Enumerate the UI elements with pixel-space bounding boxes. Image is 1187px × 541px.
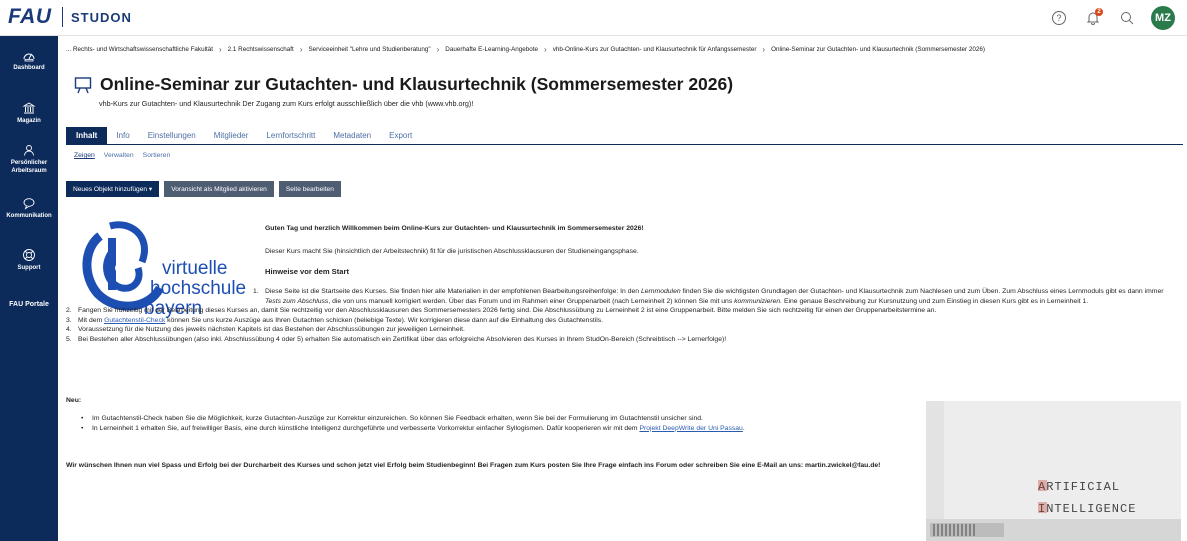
- tab-lernfortschritt[interactable]: Lernfortschritt: [257, 127, 324, 144]
- sidebar-item-label: FAU Portale: [9, 301, 49, 308]
- help-circle-icon[interactable]: ?: [1049, 8, 1069, 28]
- svg-text:?: ?: [1056, 13, 1061, 23]
- breadcrumb-separator-icon: ›: [299, 44, 303, 54]
- tab-metadaten[interactable]: Metadaten: [324, 127, 380, 144]
- tab-export[interactable]: Export: [380, 127, 421, 144]
- dashboard-icon: [23, 53, 35, 62]
- breadcrumb: ... Rechts- und Wirtschaftswissenschaftl…: [66, 43, 1181, 55]
- breadcrumb-item[interactable]: ... Rechts- und Wirtschaftswissenschaftl…: [66, 46, 213, 53]
- deepwrite-project-link[interactable]: Projekt DeepWrite der Uni Passau: [639, 425, 742, 432]
- course-intro: Guten Tag und herzlich Willkommen beim O…: [265, 224, 1175, 277]
- studon-logo-text: STUDON: [71, 9, 132, 25]
- action-toolbar: Neues Objekt hinzufügen ▾ Voransicht als…: [66, 181, 341, 197]
- page-subtitle: vhb-Kurs zur Gutachten- und Klausurtechn…: [99, 99, 474, 108]
- sidebar-item-fau-portale[interactable]: FAU Portale: [0, 298, 58, 310]
- person-icon: [24, 145, 34, 156]
- page-title: Online-Seminar zur Gutachten- und Klausu…: [100, 74, 734, 94]
- search-icon[interactable]: [1117, 8, 1137, 28]
- list-item: In Lerneinheit 1 erhalten Sie, auf freiw…: [78, 424, 918, 434]
- tab-bar: Inhalt Info Einstellungen Mitglieder Ler…: [66, 127, 1183, 145]
- fau-logo[interactable]: FAU: [8, 5, 52, 28]
- sidebar-item-support[interactable]: Support: [0, 248, 58, 272]
- breadcrumb-item[interactable]: 2.1 Rechtswissenschaft: [228, 46, 294, 53]
- chat-icon: [23, 198, 35, 210]
- tab-einstellungen[interactable]: Einstellungen: [139, 127, 205, 144]
- sidebar-item-label: Persönlicher Arbeitsraum: [10, 160, 48, 174]
- vhb-logo-line1: virtuelle: [162, 258, 227, 279]
- breadcrumb-item-current[interactable]: Online-Seminar zur Gutachten- und Klausu…: [771, 46, 985, 53]
- sidebar-item-label: Kommunikation: [6, 213, 52, 219]
- studon-logo[interactable]: STUDON: [62, 7, 132, 27]
- subtab-verwalten[interactable]: Verwalten: [104, 152, 134, 159]
- bell-icon[interactable]: 2: [1083, 8, 1103, 28]
- breadcrumb-separator-icon: ›: [218, 44, 222, 54]
- presentation-board-icon: [74, 76, 92, 93]
- sidebar-item-arbeitsraum[interactable]: Persönlicher Arbeitsraum: [0, 143, 58, 175]
- intro-text: Dieser Kurs macht Sie (hinsichtlich der …: [265, 247, 639, 255]
- breadcrumb-item[interactable]: vhb-Online-Kurs zur Gutachten- und Klaus…: [553, 46, 757, 53]
- page-header: Online-Seminar zur Gutachten- und Klausu…: [74, 74, 733, 95]
- sidebar-item-magazin[interactable]: Magazin: [0, 101, 58, 125]
- list-item: 4. Voraussetzung für die Nutzung des jewe…: [66, 326, 465, 333]
- breadcrumb-item[interactable]: Serviceeinheit "Lehre und Studienberatun…: [308, 46, 430, 53]
- lifebuoy-icon: [23, 249, 35, 261]
- list-item: 3. Mit dem Gutachtenstil-Check können Sie…: [66, 316, 604, 324]
- tab-info[interactable]: Info: [107, 127, 138, 144]
- breadcrumb-separator-icon: ›: [436, 44, 440, 54]
- edit-page-button[interactable]: Seite bearbeiten: [278, 181, 341, 197]
- breadcrumb-item[interactable]: Dauerhafte E-Learning-Angebote: [445, 46, 538, 53]
- list-item: 2. Fangen Sie frühzeitig mit der Bearbeit…: [66, 307, 937, 314]
- subtab-zeigen[interactable]: Zeigen: [74, 152, 95, 159]
- gutachtenstil-check-link[interactable]: Gutachtenstil-Check: [104, 317, 165, 324]
- ai-image-line1: ARTIFICIAL: [1038, 480, 1120, 494]
- tab-mitglieder[interactable]: Mitglieder: [205, 127, 258, 144]
- news-list: Im Gutachtenstil-Check haben Sie die Mög…: [78, 414, 918, 433]
- library-icon: [22, 102, 36, 114]
- tab-inhalt[interactable]: Inhalt: [66, 127, 108, 144]
- ai-image-line2: INTELLIGENCE: [1038, 502, 1136, 516]
- notification-count-badge: 2: [1095, 8, 1103, 16]
- sidebar-item-kommunikation[interactable]: Kommunikation: [0, 196, 58, 220]
- fau-logo-text: FAU: [8, 5, 52, 28]
- breadcrumb-separator-icon: ›: [762, 44, 766, 54]
- breadcrumb-separator-icon: ›: [544, 44, 547, 54]
- avatar[interactable]: MZ: [1151, 6, 1175, 30]
- list-item: Im Gutachtenstil-Check haben Sie die Mög…: [78, 414, 918, 424]
- subtab-sortieren[interactable]: Sortieren: [143, 152, 171, 159]
- sidebar-item-dashboard[interactable]: Dashboard: [0, 48, 58, 72]
- neu-heading: Neu:: [66, 397, 82, 404]
- list-item: 5. Bei Bestehen aller Abschlussübungen (a…: [66, 335, 727, 343]
- add-object-button[interactable]: Neues Objekt hinzufügen ▾: [66, 181, 160, 197]
- closing-text: Wir wünschen Ihnen nun viel Spass und Er…: [66, 462, 881, 469]
- welcome-text: Guten Tag und herzlich Willkommen beim O…: [265, 225, 644, 232]
- sidebar-item-label: Support: [17, 265, 41, 271]
- hints-list: 1. Diese Seite ist die Startseite des Kur…: [66, 287, 1181, 344]
- list-item: 1. Diese Seite ist die Startseite des Kur…: [253, 288, 1164, 305]
- preview-as-member-button[interactable]: Voransicht als Mitglied aktivieren: [164, 181, 274, 197]
- top-bar: FAU STUDON ? 2 MZ: [0, 0, 1187, 36]
- hints-heading: Hinweise vor dem Start: [265, 267, 349, 276]
- main-sidebar: Dashboard Magazin Persönlicher Arbeitsra…: [0, 36, 58, 541]
- sidebar-item-label: Magazin: [17, 118, 41, 124]
- sidebar-item-label: Dashboard: [13, 65, 45, 71]
- header-actions: ? 2 MZ: [1049, 6, 1175, 30]
- subtab-bar: Zeigen Verwalten Sortieren: [74, 152, 170, 159]
- artificial-intelligence-image: ARTIFICIAL INTELLIGENCE: [926, 401, 1181, 541]
